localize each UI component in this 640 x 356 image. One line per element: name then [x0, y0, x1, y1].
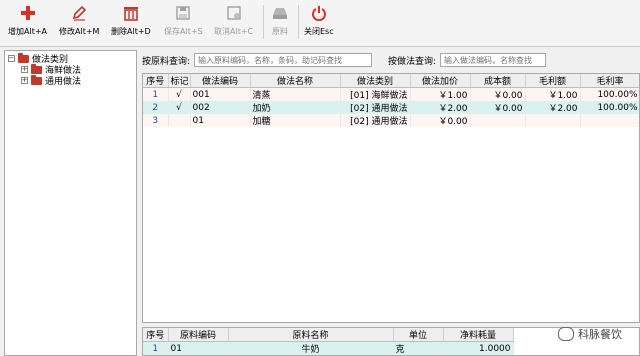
expand-icon[interactable]: +	[21, 66, 28, 73]
method-category: [01] 海鲜做法	[340, 87, 411, 101]
table-row[interactable]: 3 01 加糖 [02] 通用做法 ￥0.00	[143, 114, 639, 127]
gross-profit: ￥1.00	[525, 87, 581, 101]
net-consumption: 1.0000	[443, 341, 514, 355]
column-header[interactable]: 原料名称	[228, 328, 394, 342]
column-header[interactable]: 标记	[168, 74, 191, 88]
delete-button[interactable]: 删除Alt+D	[111, 3, 151, 43]
cost-amount: ￥0.00	[470, 101, 526, 114]
column-header[interactable]: 原料编码	[168, 328, 229, 342]
methods-header-row: 序号 标记 做法编码 做法名称 做法类别 做法加价 成本额 毛利额 毛利率	[143, 74, 639, 88]
close-button[interactable]: 关闭Esc	[304, 3, 334, 43]
collapse-icon[interactable]: −	[8, 55, 15, 62]
cancel-button-label: 取消Alt+C	[214, 27, 254, 36]
folder-icon	[18, 52, 29, 63]
method-code: 01	[190, 114, 251, 127]
gross-margin	[580, 114, 639, 127]
floppy-icon	[173, 3, 193, 23]
method-category: [02] 通用做法	[340, 101, 411, 114]
column-header[interactable]: 做法加价	[410, 74, 471, 88]
methods-grid: 序号 标记 做法编码 做法名称 做法类别 做法加价 成本额 毛利额 毛利率 1 …	[142, 73, 640, 323]
category-tree: − 做法类别 + 海鲜做法 + 通用做法	[4, 50, 137, 356]
row-number: 1	[143, 341, 169, 355]
power-icon	[309, 3, 329, 23]
plus-icon	[18, 3, 38, 23]
material-search-label: 按原料查询:	[142, 56, 191, 67]
column-header[interactable]: 序号	[143, 74, 169, 88]
chat-bubble-icon	[558, 327, 574, 341]
toolbar: 增加Alt+A 修改Alt+M 删除Alt+D 保存Alt+S 取消Alt+C …	[0, 0, 640, 47]
folder-icon	[31, 74, 42, 85]
row-number: 2	[143, 101, 169, 114]
method-search-label: 按做法查询:	[388, 56, 437, 67]
table-row[interactable]: 1 01 牛奶 克 1.0000	[143, 341, 514, 355]
toolbar-separator	[263, 5, 264, 39]
column-header[interactable]: 单位	[393, 328, 444, 342]
column-header[interactable]: 毛利率	[580, 74, 639, 88]
material-search: 按原料查询:	[142, 53, 373, 67]
material-code: 01	[168, 341, 229, 355]
tree-item-general[interactable]: + 通用做法	[21, 74, 82, 87]
column-header[interactable]: 做法类别	[340, 74, 411, 88]
materials-header-row: 序号 原料编码 原料名称 单位 净料耗量	[143, 328, 514, 342]
material-icon	[270, 3, 290, 23]
method-search: 按做法查询:	[388, 53, 547, 67]
method-markup: ￥0.00	[410, 114, 471, 127]
toolbar-separator	[298, 5, 299, 39]
material-search-input[interactable]	[194, 53, 373, 67]
gross-margin: 100.00%	[580, 87, 639, 101]
gross-profit: ￥2.00	[525, 101, 581, 114]
expand-icon[interactable]: +	[21, 77, 28, 84]
close-button-label: 关闭Esc	[304, 27, 334, 36]
material-name: 牛奶	[228, 341, 394, 355]
column-header[interactable]: 毛利额	[525, 74, 581, 88]
row-number: 1	[143, 87, 169, 101]
delete-button-label: 删除Alt+D	[111, 27, 151, 36]
column-header[interactable]: 序号	[143, 328, 169, 342]
cancel-doc-icon	[224, 3, 244, 23]
row-mark[interactable]: √	[168, 101, 191, 114]
row-number: 3	[143, 114, 169, 127]
column-header[interactable]: 做法名称	[250, 74, 341, 88]
materials-table: 序号 原料编码 原料名称 单位 净料耗量 1 01 牛奶 克 1.0000	[143, 328, 514, 355]
tree-item-label: 通用做法	[45, 77, 82, 87]
edit-button[interactable]: 修改Alt+M	[59, 3, 99, 43]
column-header[interactable]: 净料耗量	[443, 328, 514, 342]
cost-amount	[470, 114, 526, 127]
row-mark[interactable]: √	[168, 87, 191, 101]
cost-amount: ￥0.00	[470, 87, 526, 101]
edit-button-label: 修改Alt+M	[59, 27, 100, 36]
gross-profit	[525, 114, 581, 127]
material-button-label: 原料	[272, 27, 288, 36]
method-search-input[interactable]	[440, 53, 547, 67]
watermark: 科脉餐饮	[558, 326, 622, 342]
method-name: 清蒸	[250, 87, 341, 101]
add-button[interactable]: 增加Alt+A	[8, 3, 47, 43]
method-markup: ￥2.00	[410, 101, 471, 114]
method-markup: ￥1.00	[410, 87, 471, 101]
methods-table: 序号 标记 做法编码 做法名称 做法类别 做法加价 成本额 毛利额 毛利率 1 …	[143, 74, 639, 127]
add-button-label: 增加Alt+A	[8, 27, 48, 36]
save-button-label: 保存Alt+S	[164, 27, 203, 36]
material-button[interactable]: 原料	[270, 3, 290, 43]
save-button[interactable]: 保存Alt+S	[164, 3, 203, 43]
watermark-text: 科脉餐饮	[578, 328, 622, 341]
material-unit: 克	[393, 341, 444, 355]
row-mark[interactable]	[168, 114, 191, 127]
table-row[interactable]: 2 √ 002 加奶 [02] 通用做法 ￥2.00 ￥0.00 ￥2.00 1…	[143, 101, 639, 114]
folder-icon	[31, 63, 42, 74]
pencil-icon	[69, 3, 89, 23]
column-header[interactable]: 做法编码	[190, 74, 251, 88]
gross-margin: 100.00%	[580, 101, 639, 114]
method-category: [02] 通用做法	[340, 114, 411, 127]
table-row[interactable]: 1 √ 001 清蒸 [01] 海鲜做法 ￥1.00 ￥0.00 ￥1.00 1…	[143, 87, 639, 101]
method-code: 002	[190, 101, 251, 114]
method-name: 加糖	[250, 114, 341, 127]
method-code: 001	[190, 87, 251, 101]
method-name: 加奶	[250, 101, 341, 114]
column-header[interactable]: 成本额	[470, 74, 526, 88]
trash-icon	[121, 3, 141, 23]
cancel-button[interactable]: 取消Alt+C	[214, 3, 253, 43]
